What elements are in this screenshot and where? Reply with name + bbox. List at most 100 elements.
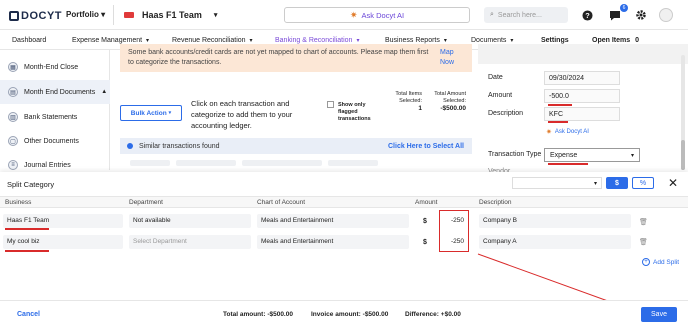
chevron-down-icon: ▾ bbox=[146, 37, 150, 44]
close-icon[interactable]: ✕ bbox=[666, 176, 680, 190]
annotation-underline bbox=[548, 104, 572, 106]
account-value: Meals and Entertainment bbox=[261, 238, 334, 245]
chevron-down-icon: ▾ bbox=[443, 37, 447, 44]
column-header-department: Department bbox=[129, 199, 163, 206]
similar-transactions-bar: Similar transactions found Click Here to… bbox=[120, 138, 472, 154]
difference-label: Difference: bbox=[405, 311, 439, 318]
chevron-down-icon: ▾ bbox=[249, 37, 253, 44]
similar-transactions-text: Similar transactions found bbox=[139, 142, 220, 150]
dollar-mode-button[interactable]: $ bbox=[606, 177, 628, 189]
business-selector[interactable]: Haas F1 Team ▾ bbox=[124, 6, 220, 24]
currency-symbol: $ bbox=[423, 239, 427, 246]
flagged-only-checkbox[interactable] bbox=[327, 101, 334, 108]
add-split-button[interactable]: + Add Split bbox=[642, 258, 679, 266]
business-value: My cool biz bbox=[7, 238, 40, 245]
search-icon: ⌕ bbox=[490, 11, 494, 18]
business-value: Haas F1 Team bbox=[7, 217, 50, 224]
ask-ai-label: Ask Docyt AI bbox=[554, 129, 589, 135]
date-value: 09/30/2024 bbox=[549, 75, 585, 82]
annotation-underline bbox=[5, 228, 49, 230]
gear-icon[interactable] bbox=[635, 9, 647, 21]
difference-value: +$0.00 bbox=[440, 311, 461, 318]
bulk-action-button[interactable]: Bulk Action ▾ bbox=[120, 105, 182, 121]
annotation-underline bbox=[548, 121, 568, 123]
annotation-underline bbox=[5, 250, 49, 252]
column-header-chart-of-account: Chart of Account bbox=[257, 199, 306, 206]
description-field[interactable]: KFC bbox=[544, 107, 620, 121]
total-items-label: Total Items Selected: bbox=[395, 91, 422, 104]
map-now-link[interactable]: Map Now bbox=[440, 48, 460, 68]
business-name: Haas F1 Team bbox=[142, 10, 202, 20]
transaction-type-label: Transaction Type bbox=[488, 151, 542, 158]
description-input[interactable]: Company A bbox=[479, 235, 631, 249]
amount-field[interactable]: -500.0 bbox=[544, 89, 620, 103]
add-split-label: Add Split bbox=[653, 258, 680, 266]
sidebar: ▦ Month-End Close ▤ Month End Documents ▲ ▥… bbox=[0, 50, 110, 170]
department-value: Not available bbox=[133, 217, 171, 224]
column-header-business: Business bbox=[5, 199, 32, 206]
transaction-type-select[interactable]: Expense ▾ bbox=[544, 148, 640, 162]
sidebar-item-other-documents[interactable]: ▢ Other Documents bbox=[0, 129, 110, 153]
search-placeholder: Search here... bbox=[497, 11, 542, 19]
sidebar-item-bank-statements[interactable]: ▥ Bank Statements bbox=[0, 105, 110, 129]
chevron-down-icon: ▾ bbox=[593, 181, 597, 187]
department-select[interactable]: Select Department bbox=[129, 235, 251, 249]
sidebar-item-month-end-documents[interactable]: ▤ Month End Documents ▲ bbox=[0, 80, 110, 104]
docyt-logo[interactable]: DOCYT bbox=[9, 10, 62, 22]
sparkle-icon: ✷ bbox=[349, 9, 358, 20]
document-icon: ▤ bbox=[8, 87, 18, 97]
chart-of-account-select[interactable]: Meals and Entertainment bbox=[257, 235, 409, 249]
flagged-only-label: Show only flagged transactions bbox=[338, 102, 371, 122]
total-amount-selected: Total Amount Selected: -$500.00 bbox=[428, 91, 466, 112]
ask-docyt-ai-button[interactable]: ✷ Ask Docyt AI bbox=[284, 7, 470, 23]
date-field[interactable]: 09/30/2024 bbox=[544, 71, 620, 85]
column-header-amount: Amount bbox=[415, 199, 438, 206]
nav-dashboard[interactable]: Dashboard bbox=[12, 30, 46, 50]
amount-value: -500.0 bbox=[549, 93, 569, 100]
transaction-type-value: Expense bbox=[550, 152, 578, 159]
chat-icon[interactable] bbox=[609, 9, 621, 21]
invoice-label: Invoice amount: bbox=[311, 311, 361, 318]
date-label: Date bbox=[488, 74, 503, 81]
chevron-down-icon: ▾ bbox=[213, 12, 218, 19]
info-dot-icon bbox=[127, 143, 133, 149]
panel-scrollbar-thumb[interactable] bbox=[681, 140, 685, 170]
split-mode-select[interactable]: ▾ bbox=[512, 177, 602, 189]
department-placeholder: Select Department bbox=[133, 238, 187, 245]
business-select[interactable]: Haas F1 Team bbox=[3, 214, 123, 228]
total-value: -$500.00 bbox=[267, 311, 293, 318]
bank-statement-icon: ▥ bbox=[8, 112, 18, 122]
sidebar-item-label: Journal Entries bbox=[24, 161, 71, 169]
select-all-link[interactable]: Click Here to Select All bbox=[388, 143, 464, 150]
avatar[interactable] bbox=[659, 8, 673, 22]
cancel-button[interactable]: Cancel bbox=[17, 311, 40, 318]
svg-text:?: ? bbox=[585, 10, 590, 19]
department-select[interactable]: Not available bbox=[129, 214, 251, 228]
transaction-detail-panel: Date 09/30/2024 Amount -500.0 Descriptio… bbox=[478, 44, 688, 175]
trash-icon[interactable]: 🗑 bbox=[639, 218, 648, 226]
business-flag-icon bbox=[124, 12, 134, 18]
description-input[interactable]: Company B bbox=[479, 214, 631, 228]
ask-docyt-ai-link[interactable]: ✷ Ask Docyt AI bbox=[546, 128, 589, 136]
chart-of-account-select[interactable]: Meals and Entertainment bbox=[257, 214, 409, 228]
business-select[interactable]: My cool biz bbox=[3, 235, 123, 249]
portfolio-selector[interactable]: Portfolio ▾ bbox=[66, 10, 105, 19]
save-button[interactable]: Save bbox=[641, 307, 677, 322]
sidebar-item-month-end-close[interactable]: ▦ Month-End Close bbox=[0, 55, 110, 79]
annotation-underline bbox=[548, 163, 588, 165]
open-items-count: 0 bbox=[635, 36, 640, 44]
sidebar-item-label: Other Documents bbox=[24, 137, 79, 145]
description-value: KFC bbox=[549, 111, 563, 118]
top-header: DOCYT Portfolio ▾ Haas F1 Team ▾ ✷ Ask D… bbox=[0, 0, 688, 30]
currency-symbol: $ bbox=[423, 218, 427, 225]
search-input[interactable]: ⌕ Search here... bbox=[484, 7, 568, 23]
modal-title: Split Category bbox=[7, 180, 55, 189]
help-icon[interactable]: ? bbox=[581, 9, 593, 21]
chevron-down-icon: ▾ bbox=[168, 110, 172, 116]
percent-mode-button[interactable]: % bbox=[632, 177, 654, 189]
file-icon: ▢ bbox=[8, 136, 18, 146]
difference-summary: Difference: +$0.00 bbox=[405, 311, 461, 318]
notification-badge: 6 bbox=[620, 4, 628, 12]
sidebar-item-label: Month-End Close bbox=[24, 63, 79, 71]
trash-icon[interactable]: 🗑 bbox=[639, 238, 648, 246]
